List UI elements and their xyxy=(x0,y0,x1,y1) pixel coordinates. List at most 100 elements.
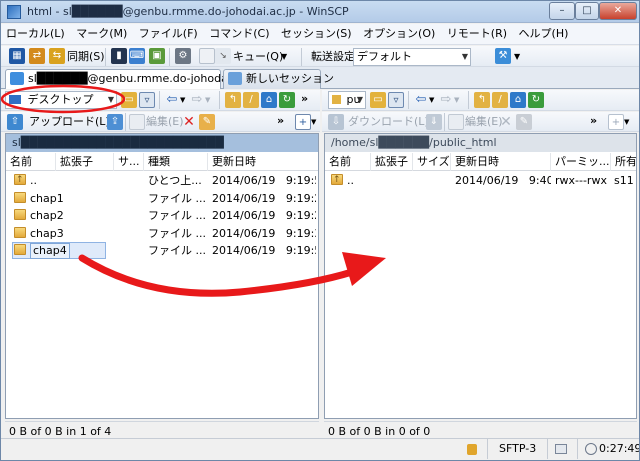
back-arrow-icon[interactable]: ⇦ xyxy=(413,92,429,108)
col-name[interactable]: 名前 xyxy=(325,153,371,171)
compare-dirs-icon[interactable]: ⇄ xyxy=(29,48,45,64)
preferences-dropdown-icon[interactable]: ▼ xyxy=(514,49,520,65)
edit-button[interactable]: 編集(E) xyxy=(146,114,184,130)
rename-icon[interactable]: ✎ xyxy=(516,114,532,130)
menu-file[interactable]: ファイル(F) xyxy=(136,24,201,44)
edit-icon[interactable] xyxy=(448,114,464,130)
open-folder-icon[interactable]: ▭ xyxy=(370,92,386,108)
tab-new-session[interactable]: 新しいセッション xyxy=(223,69,334,89)
refresh-icon[interactable]: ↻ xyxy=(528,92,544,108)
col-permissions[interactable]: パーミッ... xyxy=(551,153,611,171)
col-size[interactable]: サイズ xyxy=(413,153,451,171)
menu-help[interactable]: ヘルプ(H) xyxy=(516,24,572,44)
toolbar-overflow-icon[interactable]: » xyxy=(301,91,308,107)
edit-icon[interactable] xyxy=(129,114,145,130)
queue-arrows-icon[interactable]: ↘ xyxy=(215,48,231,64)
chevron-down-icon[interactable]: ▼ xyxy=(180,92,185,108)
local-drive-select[interactable]: デスクトップ ▼ xyxy=(5,91,117,109)
minimize-button[interactable]: – xyxy=(549,2,575,20)
menu-mark[interactable]: マーク(M) xyxy=(73,24,130,44)
download-button[interactable]: ダウンロード(L) xyxy=(348,114,429,130)
table-row[interactable]: chap4 ファイル ... 2014/06/19 9:19:56 xyxy=(6,242,318,259)
toolbar-overflow-icon[interactable]: » xyxy=(590,113,597,129)
home-icon[interactable]: ⌂ xyxy=(261,92,277,108)
upload-icon[interactable]: ⇧ xyxy=(7,114,23,130)
menu-local[interactable]: ローカル(L) xyxy=(3,24,68,44)
delete-icon[interactable]: ✕ xyxy=(181,114,197,130)
table-row[interactable]: chap1 ファイル ... 2014/06/19 9:19:22 xyxy=(6,190,318,207)
chevron-down-icon[interactable]: ▼ xyxy=(454,92,459,108)
parent-dir-icon[interactable]: ↰ xyxy=(474,92,490,108)
local-path[interactable]: sl████████████████████████ xyxy=(6,134,318,152)
edit-button[interactable]: 編集(E) xyxy=(465,114,503,130)
refresh-icon[interactable]: ↻ xyxy=(279,92,295,108)
keep-dir-icon[interactable]: ▣ xyxy=(149,48,165,64)
chevron-down-icon[interactable]: ▼ xyxy=(311,114,316,130)
upload-button[interactable]: アップロード(L) xyxy=(29,114,110,130)
synchronize-icon[interactable]: ⇆ xyxy=(49,48,65,64)
commander-view-icon[interactable]: ▦ xyxy=(9,48,25,64)
toolbar-overflow-icon[interactable]: » xyxy=(277,113,284,129)
remote-path[interactable]: /home/sl██████/public_html xyxy=(325,134,636,152)
tab-session[interactable]: sl██████@genbu.rmme.do-johodai.ac.jp xyxy=(5,69,261,89)
close-button[interactable]: ✕ xyxy=(599,2,637,20)
menu-session[interactable]: セッション(S) xyxy=(278,24,355,44)
back-arrow-icon[interactable]: ⇦ xyxy=(164,92,180,108)
col-type[interactable]: 種類 xyxy=(144,153,208,171)
download-icon[interactable]: ⇩ xyxy=(328,114,344,130)
permissions-cell: rwx---rwx xyxy=(555,174,607,187)
remote-dir-select[interactable]: pu ▼ xyxy=(328,91,366,109)
table-row[interactable]: chap3 ファイル ... 2014/06/19 9:19:39 xyxy=(6,225,318,242)
menu-remote[interactable]: リモート(R) xyxy=(444,24,510,44)
col-extension[interactable]: 拡張子 xyxy=(56,153,114,171)
chevron-down-icon[interactable]: ▼ xyxy=(429,92,434,108)
forward-arrow-icon[interactable]: ⇨ xyxy=(438,92,454,108)
forward-arrow-icon[interactable]: ⇨ xyxy=(189,92,205,108)
queue-dropdown-icon[interactable]: ▼ xyxy=(281,49,287,65)
menu-options[interactable]: オプション(O) xyxy=(360,24,438,44)
window-title: html - sl██████@genbu.rmme.do-johodai.ac… xyxy=(27,5,349,18)
filter-icon[interactable]: ▿ xyxy=(388,92,404,108)
upload-options-icon[interactable]: ⇪ xyxy=(107,114,123,130)
table-row[interactable]: .. ひとつ上... 2014/06/19 9:19:56 xyxy=(6,172,318,189)
new-item-icon[interactable]: + xyxy=(608,114,624,130)
menu-command[interactable]: コマンド(C) xyxy=(206,24,272,44)
table-row[interactable]: chap2 ファイル ... 2014/06/19 9:19:28 xyxy=(6,207,318,224)
col-size[interactable]: サ... xyxy=(114,153,144,171)
table-row[interactable]: .. 2014/06/19 9:40:51 rwx---rwx s11 xyxy=(325,172,636,189)
console-icon[interactable]: ▮ xyxy=(111,48,127,64)
filter-icon[interactable]: ▿ xyxy=(139,92,155,108)
name-cell: chap4 xyxy=(10,242,110,259)
folder-icon xyxy=(332,95,341,104)
queue-icon[interactable] xyxy=(199,48,215,64)
home-icon[interactable]: ⌂ xyxy=(510,92,526,108)
gear-icon[interactable]: ⚙ xyxy=(175,48,191,64)
queue-button[interactable]: キュー(Q) xyxy=(233,49,283,65)
maximize-button[interactable]: □ xyxy=(575,2,599,20)
folder-icon xyxy=(14,191,26,203)
toolbar-separator xyxy=(125,113,126,131)
chevron-down-icon[interactable]: ▼ xyxy=(624,114,629,130)
col-modified[interactable]: 更新日時 xyxy=(451,153,551,171)
parent-dir-icon[interactable]: ↰ xyxy=(225,92,241,108)
col-extension[interactable]: 拡張子 xyxy=(371,153,413,171)
download-options-icon[interactable]: ⇓ xyxy=(426,114,442,130)
rename-icon[interactable]: ✎ xyxy=(199,114,215,130)
toolbar-separator xyxy=(169,48,170,66)
preferences-icon[interactable]: ⚒ xyxy=(495,48,511,64)
monitor-icon xyxy=(10,72,24,85)
synchronize-button[interactable]: 同期(S) xyxy=(67,49,105,65)
chevron-down-icon[interactable]: ▼ xyxy=(205,92,210,108)
chevron-down-icon: ▼ xyxy=(107,95,114,104)
col-modified[interactable]: 更新日時 xyxy=(208,153,318,171)
delete-icon[interactable]: ✕ xyxy=(498,114,514,130)
col-name[interactable]: 名前 xyxy=(6,153,56,171)
new-item-icon[interactable]: + xyxy=(295,114,311,130)
putty-icon[interactable]: ⌨ xyxy=(129,48,145,64)
root-dir-icon[interactable]: / xyxy=(492,92,508,108)
open-folder-icon[interactable]: ▭ xyxy=(121,92,137,108)
remote-panel: /home/sl██████/public_html 名前 拡張子 サイズ 更新… xyxy=(324,133,637,419)
transfer-preset-select[interactable]: デフォルト ▼ xyxy=(353,48,471,66)
root-dir-icon[interactable]: / xyxy=(243,92,259,108)
col-owner[interactable]: 所有 xyxy=(611,153,636,171)
